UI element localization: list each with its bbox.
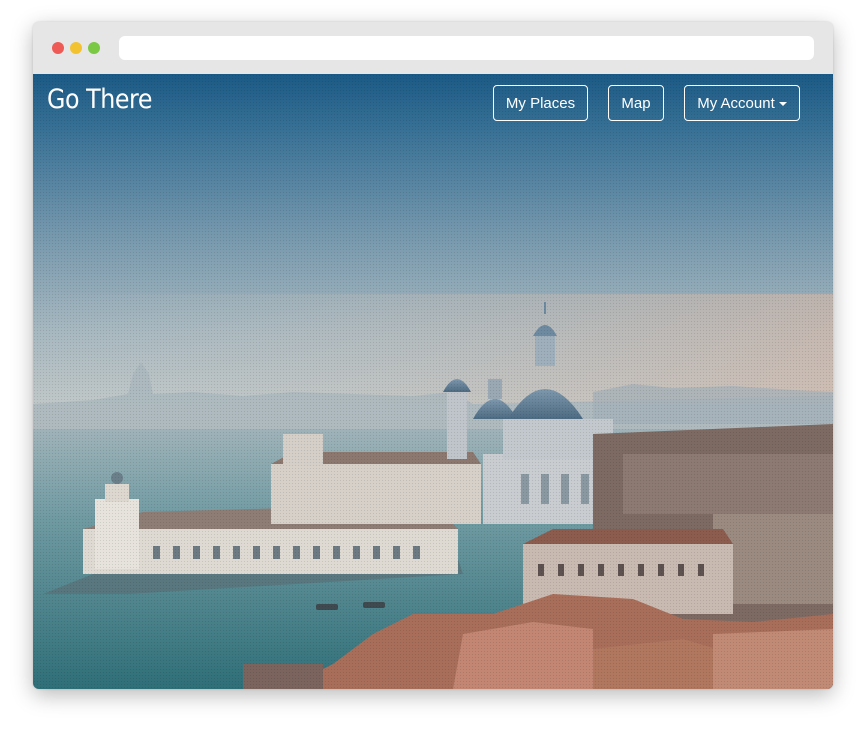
my-places-button[interactable]: My Places bbox=[493, 85, 588, 121]
minimize-window-button[interactable] bbox=[70, 42, 82, 54]
hero-image: Go There My Places Map My Account bbox=[33, 74, 833, 689]
browser-window: Go There My Places Map My Account bbox=[33, 22, 833, 689]
zoom-window-button[interactable] bbox=[88, 42, 100, 54]
close-window-button[interactable] bbox=[52, 42, 64, 54]
my-account-dropdown[interactable]: My Account bbox=[684, 85, 800, 121]
caret-down-icon bbox=[778, 102, 787, 106]
address-bar[interactable] bbox=[119, 36, 814, 60]
my-account-label: My Account bbox=[697, 94, 775, 112]
map-label: Map bbox=[621, 94, 651, 112]
my-places-label: My Places bbox=[505, 94, 576, 112]
venice-photo bbox=[33, 294, 833, 689]
map-button[interactable]: Map bbox=[608, 85, 664, 121]
browser-chrome bbox=[33, 22, 833, 74]
brand-logo[interactable]: Go There bbox=[47, 84, 152, 115]
